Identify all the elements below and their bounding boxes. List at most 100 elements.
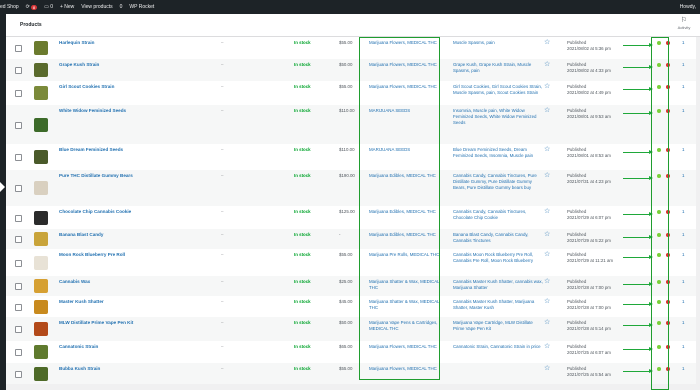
- edit-count[interactable]: 1: [682, 232, 685, 238]
- product-tags[interactable]: Cannabis Master Kush Shatter, cannabis w…: [453, 279, 543, 291]
- product-thumbnail[interactable]: [34, 322, 48, 336]
- edit-count[interactable]: 1: [682, 84, 685, 90]
- featured-star-icon[interactable]: ☆: [544, 208, 550, 215]
- product-thumbnail[interactable]: [34, 86, 48, 100]
- row-checkbox[interactable]: [15, 370, 22, 378]
- product-name-link[interactable]: White Widow Feminized Seeds: [59, 108, 169, 114]
- product-name-link[interactable]: Cannabis Wax: [59, 279, 169, 285]
- row-checkbox[interactable]: [15, 259, 22, 267]
- product-name-link[interactable]: Harlequin Strain: [59, 40, 169, 46]
- product-tags[interactable]: Girl Scout Cookies, Girl Scout Cookies S…: [453, 84, 543, 96]
- edit-count[interactable]: 1: [682, 40, 685, 46]
- row-checkbox[interactable]: [15, 121, 22, 129]
- product-name-link[interactable]: Master Kush Shatter: [59, 299, 169, 305]
- site-name-link[interactable]: ed Shop: [0, 4, 19, 10]
- wp-rocket-link[interactable]: WP Rocket: [129, 4, 154, 10]
- edit-count[interactable]: 1: [682, 320, 685, 326]
- featured-star-icon[interactable]: ☆: [544, 83, 550, 90]
- product-name-link[interactable]: Moon Rock Blueberry Pre Roll: [59, 252, 169, 258]
- edit-count[interactable]: 1: [682, 252, 685, 258]
- featured-star-icon[interactable]: ☆: [544, 61, 550, 68]
- row-checkbox[interactable]: [15, 185, 22, 192]
- product-tags[interactable]: Banana Blast Candy, Cannabis Candy, Cann…: [453, 232, 543, 244]
- featured-star-icon[interactable]: ☆: [544, 107, 550, 114]
- row-checkbox[interactable]: [15, 67, 22, 74]
- featured-star-icon[interactable]: ☆: [544, 39, 550, 46]
- product-thumbnail[interactable]: [34, 255, 48, 270]
- product-thumbnail[interactable]: [34, 232, 48, 246]
- row-checkbox[interactable]: [15, 214, 22, 222]
- stock-status: In stock: [294, 232, 311, 237]
- annotation-arrow: [623, 233, 653, 240]
- edit-count[interactable]: 1: [682, 209, 685, 215]
- product-thumbnail[interactable]: [34, 181, 48, 195]
- edit-count[interactable]: 1: [682, 299, 685, 305]
- product-name-link[interactable]: Cannatonic Strain: [59, 344, 169, 350]
- featured-star-icon[interactable]: ☆: [544, 278, 550, 285]
- product-thumbnail[interactable]: [34, 279, 48, 293]
- product-thumbnail[interactable]: [34, 117, 48, 132]
- product-thumbnail[interactable]: [34, 299, 48, 314]
- edit-count[interactable]: 1: [682, 173, 685, 179]
- row-checkbox[interactable]: [15, 326, 22, 333]
- product-thumbnail[interactable]: [34, 41, 48, 55]
- view-products-link[interactable]: View products: [81, 4, 112, 10]
- product-thumbnail[interactable]: [34, 150, 48, 164]
- publish-date: Published 2021/07/29 at 6:07 pm: [567, 209, 627, 221]
- edit-count[interactable]: 1: [682, 62, 685, 68]
- featured-star-icon[interactable]: ☆: [544, 231, 550, 238]
- product-tags[interactable]: Cannabis Candy, Cannabis Tinctures, Pure…: [453, 173, 543, 191]
- row-checkbox[interactable]: [15, 349, 22, 356]
- sku-dash: –: [221, 366, 224, 371]
- product-thumbnail[interactable]: [34, 63, 48, 77]
- product-name-link[interactable]: Chocolate Chip Cannabis Cookie: [59, 209, 169, 215]
- user-greeting[interactable]: Howdy,: [680, 0, 696, 14]
- product-tags[interactable]: Cannatonic Strain, Cannatonic Strain in …: [453, 344, 543, 350]
- product-tags[interactable]: Cannabis Moon Rock Blueberry Pre Roll, C…: [453, 252, 543, 264]
- plugin-notice-link[interactable]: 0: [120, 4, 123, 10]
- product-name-link[interactable]: MLW Distillate Prime Vape Pen Kit: [59, 320, 169, 326]
- updates-link[interactable]: ⟳ 8: [26, 4, 38, 10]
- comments-link[interactable]: ▭ 0: [44, 4, 53, 10]
- edit-count[interactable]: 1: [682, 108, 685, 114]
- row-checkbox[interactable]: [15, 283, 22, 290]
- product-tags[interactable]: Blue Dream Feminized Seeds, Dream Femini…: [453, 147, 543, 159]
- new-content-link[interactable]: + New: [60, 4, 74, 10]
- product-name-link[interactable]: Pure THC Distillate Gummy Bears: [59, 173, 169, 179]
- row-checkbox[interactable]: [15, 45, 22, 52]
- activity-button[interactable]: ⚐ Activity: [676, 17, 692, 30]
- collapse-arrow-icon[interactable]: [0, 182, 5, 192]
- edit-count[interactable]: 1: [682, 344, 685, 350]
- row-checkbox[interactable]: [15, 154, 22, 161]
- product-tags[interactable]: Marijuana Vape Cartridge, MLW Distillate…: [453, 320, 543, 332]
- product-name-link[interactable]: Grape Kush Strain: [59, 62, 169, 68]
- edit-count[interactable]: 1: [682, 279, 685, 285]
- product-name-link[interactable]: Blue Dream Feminized Seeds: [59, 147, 169, 153]
- featured-star-icon[interactable]: ☆: [544, 343, 550, 350]
- row-checkbox[interactable]: [15, 303, 22, 311]
- product-tags[interactable]: Cannabis Master Kush Shatter, Marijuana …: [453, 299, 543, 311]
- product-thumbnail[interactable]: [34, 210, 48, 225]
- product-tags[interactable]: Grape Kush, Grape Kush Strain, Muscle Sp…: [453, 62, 543, 74]
- featured-star-icon[interactable]: ☆: [544, 172, 550, 179]
- featured-star-icon[interactable]: ☆: [544, 146, 550, 153]
- product-tags[interactable]: Muscle Spasms, pain: [453, 40, 543, 46]
- featured-star-icon[interactable]: ☆: [544, 298, 550, 305]
- product-name-link[interactable]: Banana Blast Candy: [59, 232, 169, 238]
- featured-star-icon[interactable]: ☆: [544, 319, 550, 326]
- product-name-link[interactable]: Girl Scout Cookies Strain: [59, 84, 169, 90]
- publish-date: Published 2021/07/29 at 5:22 pm: [567, 232, 627, 244]
- edit-count[interactable]: 1: [682, 366, 685, 372]
- featured-star-icon[interactable]: ☆: [544, 365, 550, 372]
- row-checkbox[interactable]: [15, 236, 22, 243]
- product-tags[interactable]: Cannabis Candy, Cannabis Tinctures, Choc…: [453, 209, 543, 221]
- product-thumbnail[interactable]: [34, 366, 48, 381]
- product-tags[interactable]: Insomnia, Muscle pain, White Widow Femin…: [453, 108, 543, 126]
- edit-count[interactable]: 1: [682, 147, 685, 153]
- row-checkbox[interactable]: [15, 90, 22, 97]
- annotation-arrow: [623, 109, 653, 116]
- page-title: Products: [20, 22, 42, 28]
- product-name-link[interactable]: Bubba Kush Strain: [59, 366, 169, 372]
- featured-star-icon[interactable]: ☆: [544, 251, 550, 258]
- product-thumbnail[interactable]: [34, 345, 48, 359]
